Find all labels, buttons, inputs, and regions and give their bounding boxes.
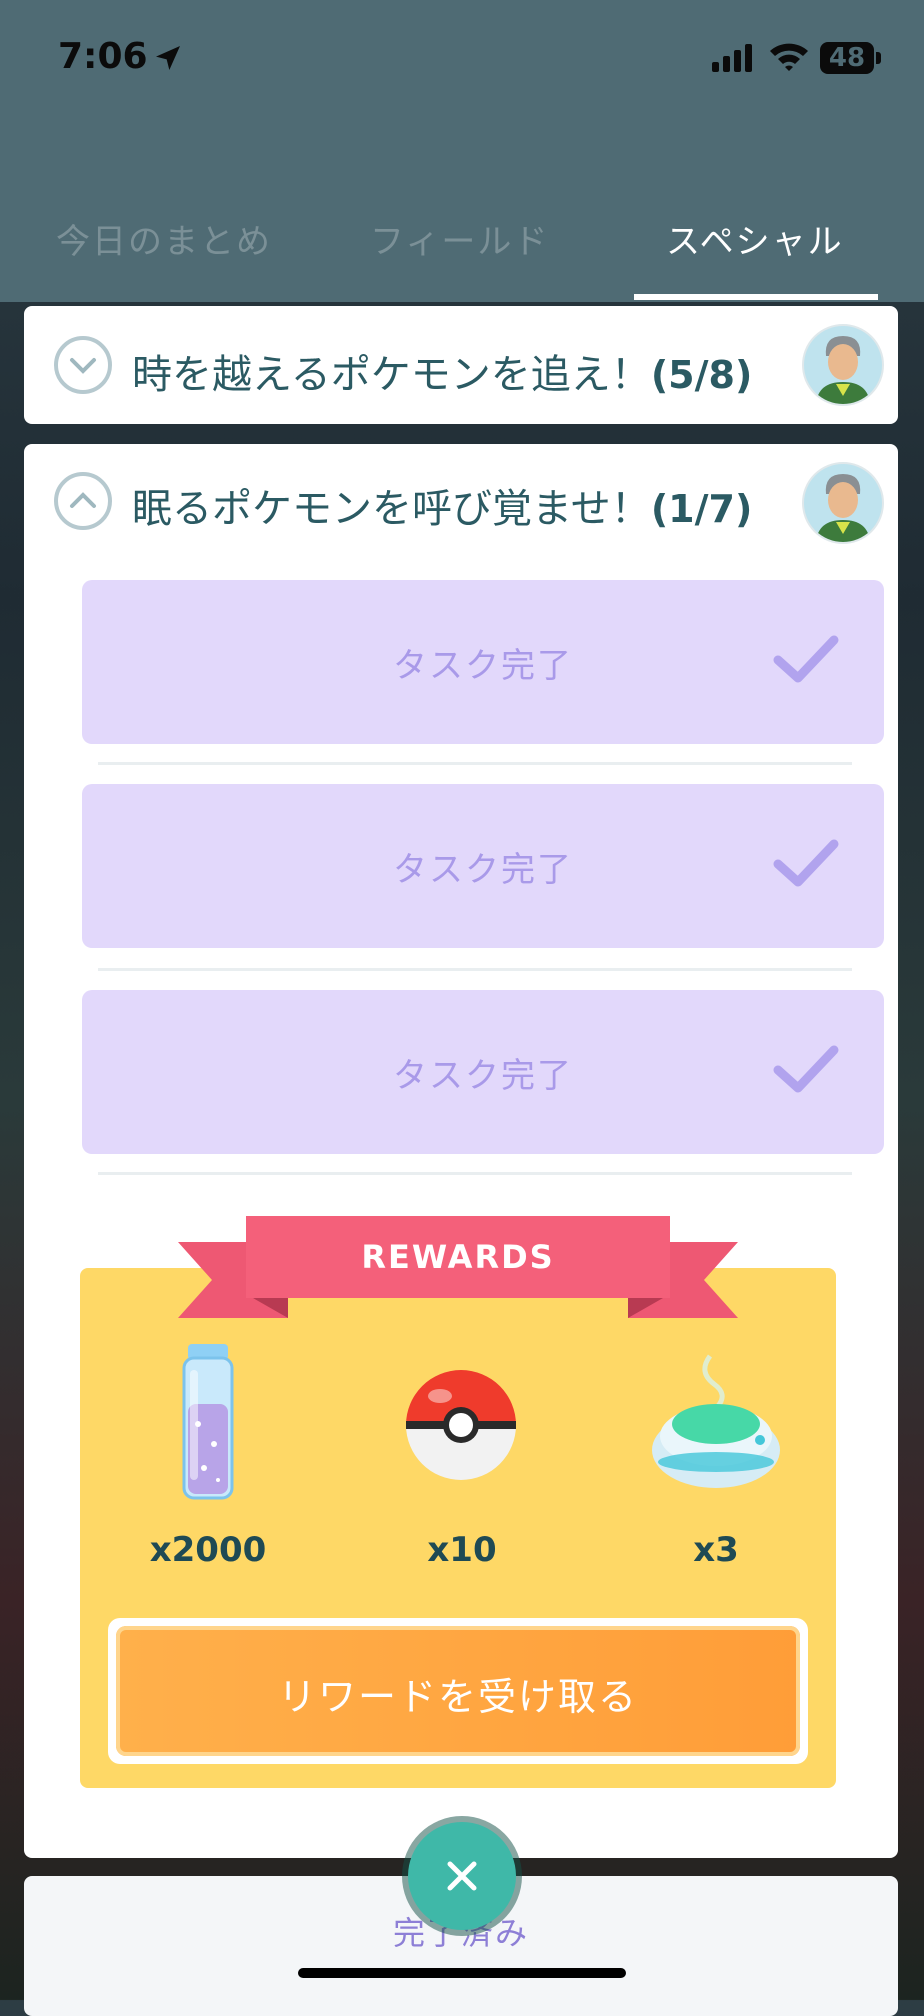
close-icon	[447, 1861, 477, 1891]
task-label: タスク完了	[393, 1056, 573, 1096]
divider	[98, 1172, 852, 1175]
wifi-icon	[768, 40, 810, 76]
active-tab-indicator	[634, 294, 878, 300]
quest-title: 眠るポケモンを呼び覚ませ！(1/7)	[132, 476, 752, 534]
location-arrow-icon	[152, 42, 184, 78]
header-bar: 7:06 48 今日のまとめ フィールド スペシャル	[0, 0, 924, 302]
quest-title-text: 時を越えるポケモンを追え！	[132, 352, 651, 398]
tab-special[interactable]: スペシャル	[666, 214, 844, 263]
task-label: タスク完了	[393, 646, 573, 686]
signal-icon	[712, 44, 756, 76]
battery-icon: 48	[820, 42, 874, 74]
claim-rewards-button[interactable]: リワードを受け取る	[116, 1626, 800, 1756]
divider	[98, 968, 852, 971]
quest-card-collapsed[interactable]: 時を越えるポケモンを追え！(5/8)	[24, 306, 898, 424]
quest-progress: (1/7)	[650, 487, 753, 531]
battery-level: 48	[828, 43, 866, 73]
professor-avatar	[802, 324, 884, 406]
checkmark-icon	[772, 632, 840, 692]
battery-tip	[876, 52, 881, 64]
claim-rewards-label: リワードを受け取る	[277, 1675, 638, 1719]
tab-field[interactable]: フィールド	[370, 214, 549, 263]
professor-avatar	[802, 462, 884, 544]
tab-today-summary[interactable]: 今日のまとめ	[56, 214, 272, 263]
status-bar: 7:06 48	[0, 0, 924, 110]
divider	[98, 762, 852, 765]
incense-icon	[648, 1352, 784, 1496]
checkmark-icon	[772, 836, 840, 896]
home-indicator	[298, 1968, 626, 1978]
reward-quantity: x10	[427, 1530, 497, 1570]
chevron-up-icon[interactable]	[54, 472, 112, 530]
task-item: タスク完了	[82, 990, 884, 1154]
quest-progress: (5/8)	[650, 353, 753, 397]
tab-bar: 今日のまとめ フィールド スペシャル	[0, 214, 924, 274]
close-button[interactable]	[408, 1822, 516, 1930]
quest-title: 時を越えるポケモンを追え！(5/8)	[132, 342, 752, 400]
stardust-icon	[178, 1344, 238, 1508]
status-time: 7:06	[58, 36, 148, 77]
quest-title-text: 眠るポケモンを呼び覚ませ！	[132, 486, 651, 532]
checkmark-icon	[772, 1042, 840, 1102]
task-item: タスク完了	[82, 784, 884, 948]
task-label: タスク完了	[393, 850, 573, 890]
poke-ball-icon	[402, 1366, 520, 1488]
reward-quantity: x2000	[149, 1530, 267, 1570]
task-item: タスク完了	[82, 580, 884, 744]
rewards-banner-label: REWARDS	[361, 1238, 555, 1276]
reward-quantity: x3	[693, 1530, 739, 1570]
chevron-down-icon[interactable]	[54, 336, 112, 394]
